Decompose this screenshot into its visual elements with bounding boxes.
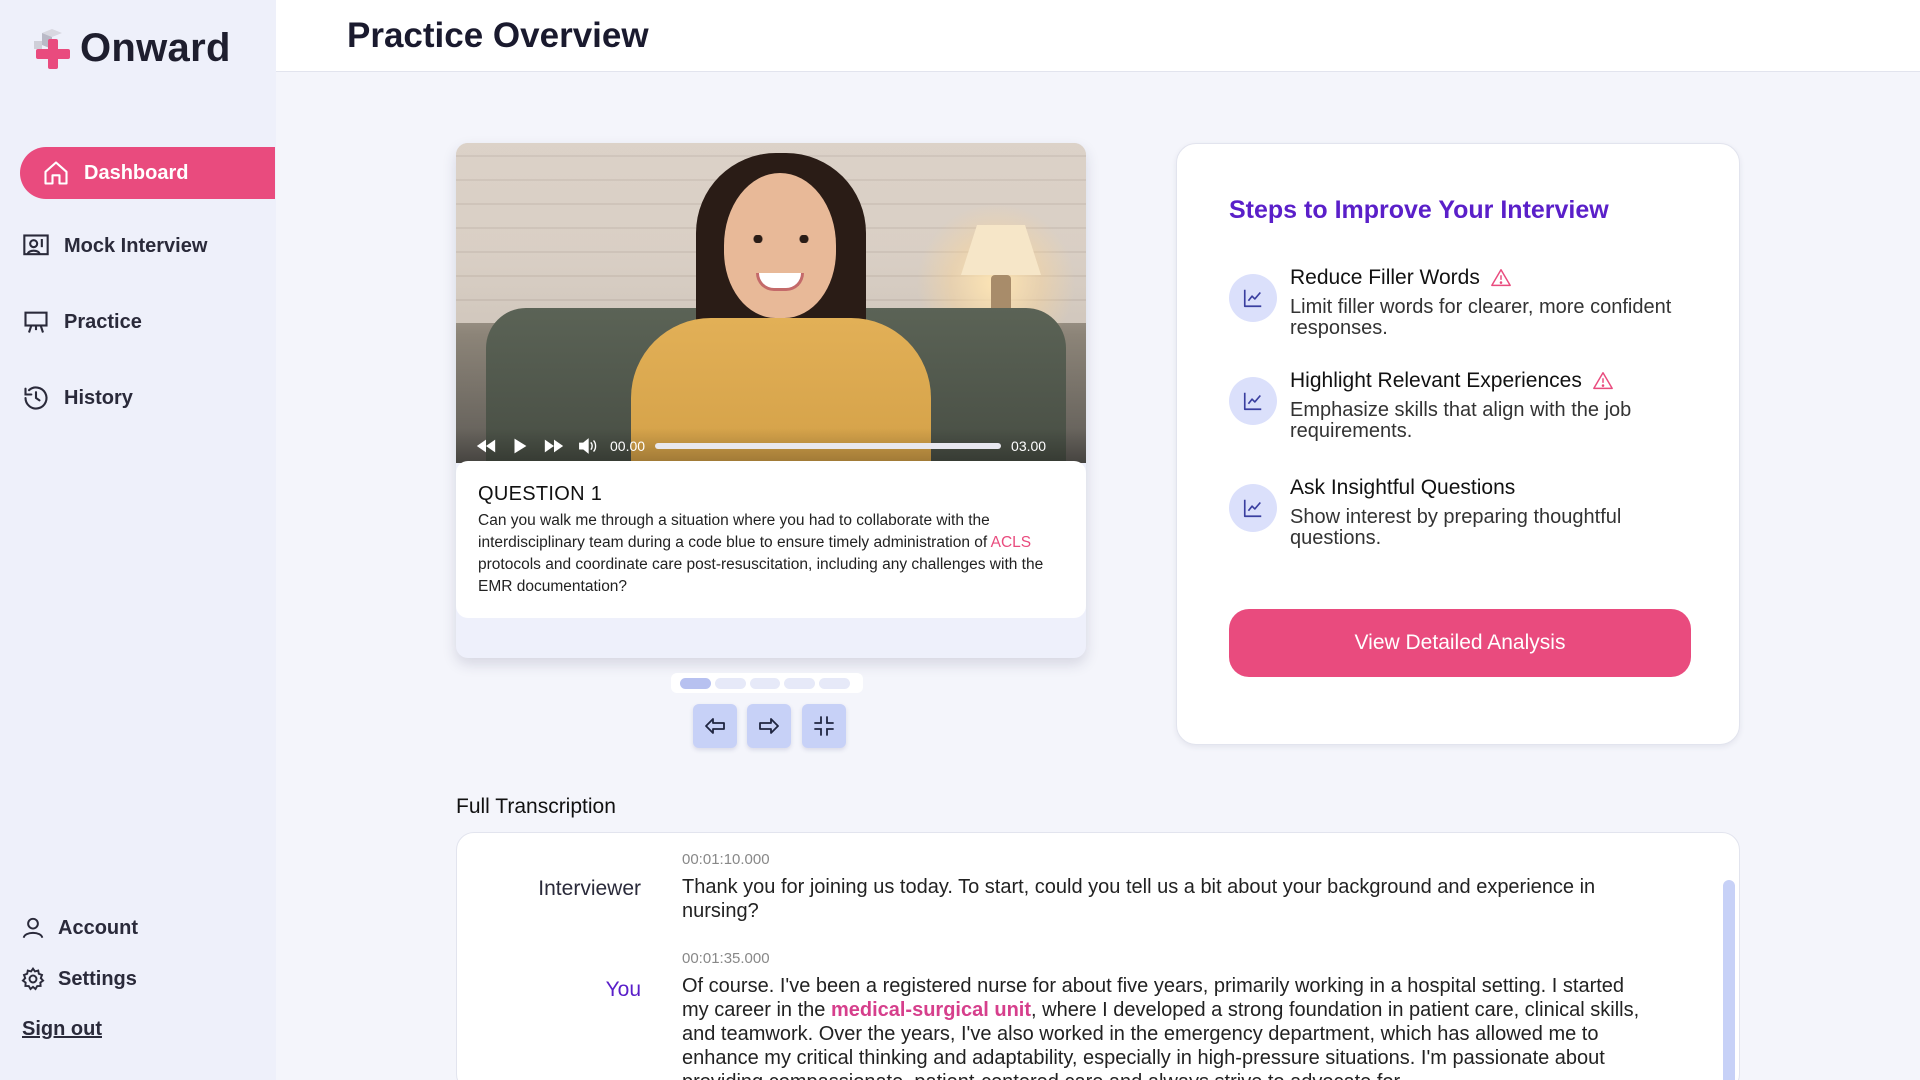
video-controls: 00.00 03.00 bbox=[456, 428, 1086, 463]
slide-dot[interactable] bbox=[749, 677, 781, 689]
trend-chart-icon bbox=[1243, 289, 1262, 308]
account-label: Account bbox=[58, 916, 138, 939]
page-title: Practice Overview bbox=[347, 16, 649, 55]
warning-icon bbox=[1592, 372, 1613, 390]
current-time: 00.00 bbox=[610, 437, 646, 454]
person-face bbox=[724, 173, 836, 318]
transcription-card: Interviewer 00:01:10.000 Thank you for j… bbox=[456, 832, 1740, 1080]
slide-dot[interactable] bbox=[680, 677, 711, 689]
step-badge bbox=[1229, 274, 1277, 322]
settings-label: Settings bbox=[58, 967, 137, 990]
transcription-label: Full Transcription bbox=[456, 795, 616, 818]
utterance-highlight-term[interactable]: medical-surgical unit bbox=[831, 999, 1031, 1021]
duration-time: 03.00 bbox=[1011, 437, 1047, 454]
top-header: Practice Overview bbox=[276, 0, 1920, 72]
previous-question-button[interactable] bbox=[693, 704, 737, 748]
question-video-card: 00.00 03.00 QUESTION 1 Can you walk me t… bbox=[456, 143, 1086, 658]
step-heading-text: Highlight Relevant Experiences bbox=[1290, 369, 1582, 392]
step-heading: Highlight Relevant Experiences bbox=[1290, 369, 1614, 393]
user-icon bbox=[22, 917, 44, 939]
slide-dot[interactable] bbox=[819, 677, 850, 689]
timestamp: 00:01:35.000 bbox=[682, 950, 770, 967]
fast-forward-icon bbox=[544, 439, 564, 452]
speaker-label: Interviewer bbox=[538, 877, 641, 900]
volume-icon bbox=[579, 437, 597, 454]
slide-indicator bbox=[671, 673, 863, 693]
person-eyes bbox=[746, 235, 816, 243]
trend-chart-icon bbox=[1243, 499, 1262, 518]
brand-logo[interactable]: Onward bbox=[28, 26, 231, 71]
step-description: Limit filler words for clearer, more con… bbox=[1290, 296, 1672, 339]
step-description: Show interest by preparing thoughtful qu… bbox=[1290, 506, 1622, 549]
sidebar-item-settings[interactable]: Settings bbox=[20, 966, 137, 992]
collapse-button[interactable] bbox=[802, 704, 846, 748]
sidebar-item-mock-interview[interactable]: Mock Interview bbox=[20, 220, 275, 272]
sidebar-item-dashboard[interactable]: Dashboard bbox=[20, 147, 275, 199]
presentation-icon bbox=[23, 234, 49, 256]
home-icon bbox=[44, 161, 68, 185]
utterance-text: Of course. I've been a registered nurse … bbox=[682, 974, 1642, 1080]
steps-title: Steps to Improve Your Interview bbox=[1229, 196, 1609, 224]
timestamp: 00:01:10.000 bbox=[682, 851, 770, 868]
question-text-after: protocols and coordinate care post-resus… bbox=[478, 556, 1044, 595]
collapse-icon bbox=[814, 716, 834, 736]
view-detailed-analysis-button[interactable]: View Detailed Analysis bbox=[1229, 609, 1691, 677]
step-description: Emphasize skills that align with the job… bbox=[1290, 399, 1632, 442]
arrow-right-icon bbox=[759, 718, 779, 734]
next-question-button[interactable] bbox=[747, 704, 791, 748]
question-box: QUESTION 1 Can you walk me through a sit… bbox=[456, 461, 1086, 618]
step-badge bbox=[1229, 484, 1277, 532]
step-item: Highlight Relevant Experiences Emphasize… bbox=[1229, 369, 1689, 449]
question-text-before: Can you walk me through a situation wher… bbox=[478, 512, 991, 551]
volume-button[interactable] bbox=[576, 436, 600, 456]
question-title: QUESTION 1 bbox=[478, 483, 603, 505]
warning-icon bbox=[1490, 269, 1511, 287]
question-text: Can you walk me through a situation wher… bbox=[478, 510, 1064, 598]
transcript-scrollbar[interactable] bbox=[1723, 880, 1735, 1080]
question-highlight-term[interactable]: ACLS bbox=[991, 534, 1032, 551]
sidebar-item-label: Practice bbox=[64, 310, 142, 333]
rewind-icon bbox=[476, 439, 496, 452]
sign-out-link[interactable]: Sign out bbox=[22, 1018, 102, 1041]
video-player[interactable]: 00.00 03.00 bbox=[456, 143, 1086, 463]
brand-name: Onward bbox=[80, 26, 231, 70]
utterance-text: Thank you for joining us today. To start… bbox=[682, 876, 1596, 922]
step-heading: Ask Insightful Questions bbox=[1290, 476, 1515, 500]
easel-icon bbox=[24, 311, 48, 333]
sidebar: Onward Dashboard Mock Interview Practice… bbox=[0, 0, 276, 1080]
gear-icon bbox=[21, 967, 45, 991]
step-item: Reduce Filler Words Limit filler words f… bbox=[1229, 266, 1689, 346]
sidebar-item-label: Mock Interview bbox=[64, 234, 208, 257]
onward-cross-icon bbox=[34, 28, 70, 69]
sidebar-item-practice[interactable]: Practice bbox=[20, 296, 275, 348]
slide-dot[interactable] bbox=[714, 677, 746, 689]
step-heading: Reduce Filler Words bbox=[1290, 266, 1512, 290]
step-badge bbox=[1229, 377, 1277, 425]
play-button[interactable] bbox=[508, 436, 532, 456]
arrow-left-icon bbox=[705, 718, 725, 734]
slide-dot[interactable] bbox=[784, 677, 816, 689]
step-heading-text: Reduce Filler Words bbox=[1290, 266, 1480, 289]
sidebar-item-account[interactable]: Account bbox=[20, 915, 138, 941]
rewind-button[interactable] bbox=[474, 436, 498, 456]
history-icon bbox=[24, 386, 48, 410]
step-item: Ask Insightful Questions Show interest b… bbox=[1229, 476, 1689, 556]
speaker-label: You bbox=[605, 978, 641, 1001]
video-progress-bar[interactable] bbox=[655, 442, 1002, 449]
improvement-steps-card: Steps to Improve Your Interview Reduce F… bbox=[1176, 143, 1740, 745]
play-icon bbox=[514, 438, 527, 453]
sidebar-item-history[interactable]: History bbox=[20, 372, 275, 424]
sidebar-item-label: Dashboard bbox=[84, 161, 189, 184]
sidebar-item-label: History bbox=[64, 386, 133, 409]
trend-chart-icon bbox=[1243, 392, 1262, 411]
step-heading-text: Ask Insightful Questions bbox=[1290, 476, 1516, 499]
fast-forward-button[interactable] bbox=[542, 436, 566, 456]
